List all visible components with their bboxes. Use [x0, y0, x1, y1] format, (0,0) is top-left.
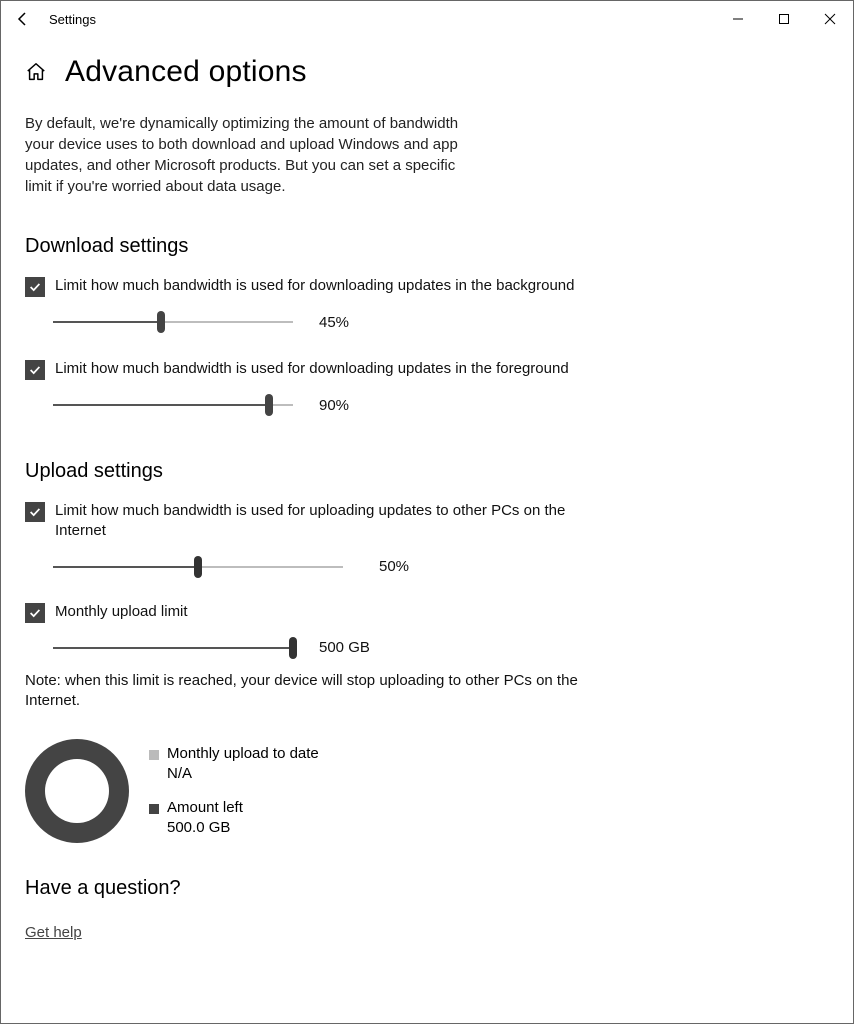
- upload-monthly-value: 500 GB: [319, 639, 370, 656]
- home-icon[interactable]: [25, 61, 47, 83]
- get-help-link[interactable]: Get help: [25, 924, 82, 941]
- upload-monthly-label: Monthly upload limit: [55, 602, 188, 622]
- legend-uploaded-value: N/A: [167, 764, 319, 784]
- window-title: Settings: [49, 12, 96, 27]
- download-fg-label: Limit how much bandwidth is used for dow…: [55, 359, 569, 379]
- page-title: Advanced options: [65, 55, 307, 89]
- download-fg-checkbox[interactable]: [25, 360, 45, 380]
- download-bg-value: 45%: [319, 314, 349, 331]
- check-icon: [28, 280, 42, 294]
- check-icon: [28, 606, 42, 620]
- download-fg-value: 90%: [319, 397, 349, 414]
- check-icon: [28, 363, 42, 377]
- upload-monthly-slider[interactable]: [53, 637, 293, 659]
- upload-bw-slider[interactable]: [53, 556, 343, 578]
- download-fg-slider[interactable]: [53, 394, 293, 416]
- upload-bw-label: Limit how much bandwidth is used for upl…: [55, 501, 585, 542]
- legend-left-value: 500.0 GB: [167, 818, 243, 838]
- intro-text: By default, we're dynamically optimizing…: [25, 113, 485, 197]
- legend-left-label: Amount left: [167, 798, 243, 818]
- upload-bw-checkbox[interactable]: [25, 502, 45, 522]
- upload-bw-value: 50%: [379, 558, 409, 575]
- download-bg-checkbox[interactable]: [25, 277, 45, 297]
- upload-monthly-checkbox[interactable]: [25, 603, 45, 623]
- minimize-icon: [732, 13, 744, 25]
- maximize-icon: [778, 13, 790, 25]
- back-button[interactable]: [1, 1, 45, 37]
- upload-note: Note: when this limit is reached, your d…: [25, 671, 585, 712]
- download-bg-slider[interactable]: [53, 311, 293, 333]
- close-button[interactable]: [807, 3, 853, 35]
- close-icon: [824, 13, 836, 25]
- arrow-left-icon: [15, 11, 31, 27]
- legend-uploaded-label: Monthly upload to date: [167, 744, 319, 764]
- maximize-button[interactable]: [761, 3, 807, 35]
- legend-swatch-uploaded: [149, 750, 159, 760]
- download-bg-label: Limit how much bandwidth is used for dow…: [55, 276, 575, 296]
- help-heading: Have a question?: [25, 877, 829, 900]
- upload-heading: Upload settings: [25, 460, 829, 483]
- minimize-button[interactable]: [715, 3, 761, 35]
- legend-swatch-left: [149, 804, 159, 814]
- check-icon: [28, 505, 42, 519]
- download-heading: Download settings: [25, 235, 829, 258]
- usage-donut-chart: [25, 739, 129, 843]
